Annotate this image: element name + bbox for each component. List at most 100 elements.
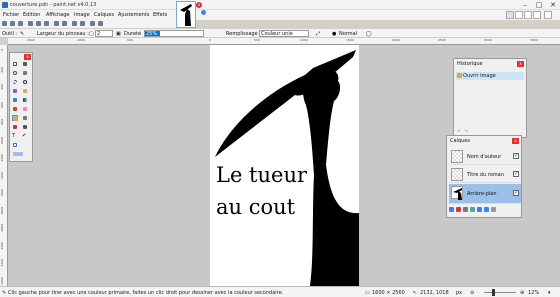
zoom-tool-icon[interactable]	[22, 79, 28, 85]
line-tool-icon[interactable]	[22, 133, 28, 139]
redo-icon[interactable]	[80, 21, 85, 26]
document-thumbnail[interactable]	[176, 1, 196, 28]
brush-shape-icon[interactable]: ▢	[89, 31, 94, 37]
paint-bucket-tool-icon[interactable]	[12, 97, 18, 103]
layer-row[interactable]: Nom d'auteur ✓	[449, 148, 521, 165]
open-file-icon[interactable]	[10, 21, 15, 26]
minimize-button[interactable]: –	[518, 0, 532, 10]
zoom-level[interactable]: 12%	[528, 290, 539, 296]
alpha-icon[interactable]: ◯	[366, 31, 372, 37]
rulers-icon[interactable]	[98, 21, 103, 26]
document-canvas[interactable]: Le tueur au cout	[210, 45, 359, 286]
recolor-tool-icon[interactable]	[12, 124, 18, 130]
ruler-left-label: 200	[0, 66, 4, 73]
layer-thumbnail	[451, 186, 463, 200]
magic-wand-tool-icon[interactable]	[12, 88, 18, 94]
add-layer-icon[interactable]	[449, 207, 454, 212]
hardness-slider[interactable]: 25%	[144, 30, 204, 37]
menu-image[interactable]: Image	[74, 12, 90, 18]
ruler-top-label: 3500	[530, 38, 538, 42]
layer-name: Arrière-plan	[467, 191, 497, 197]
layer-row[interactable]: Titre du roman ✓	[449, 166, 521, 183]
lasso-tool-icon[interactable]	[12, 70, 18, 76]
cursor-icon: ↖	[413, 290, 418, 296]
ruler-left-label: 1400	[0, 171, 4, 180]
gradient-tool-icon[interactable]	[22, 97, 28, 103]
menu-bar: Fichier Edition Affichage Image Calques …	[0, 10, 560, 20]
color-swatch-icon[interactable]	[12, 151, 32, 157]
history-item-label: Ouvrir image	[463, 73, 496, 79]
pan-tool-icon[interactable]	[22, 88, 28, 94]
layers-panel-close-button[interactable]: x	[512, 138, 519, 144]
undo-icon[interactable]	[72, 21, 77, 26]
duplicate-layer-icon[interactable]	[463, 207, 468, 212]
settings-icon[interactable]	[544, 11, 552, 19]
menu-ajustements[interactable]: Ajustements	[118, 12, 149, 18]
zoom-out-icon[interactable]: ⊖	[470, 290, 474, 296]
zoom-slider[interactable]	[484, 292, 516, 293]
status-hint: Clic gauche pour tirer avec une couleur …	[8, 290, 284, 296]
save-icon[interactable]	[18, 21, 23, 26]
ruler-left-label: 1000	[0, 136, 4, 145]
deselect-icon[interactable]	[62, 21, 67, 26]
layer-row-selected[interactable]: Arrière-plan ✓	[449, 184, 521, 204]
maximize-button[interactable]: □	[532, 0, 546, 10]
move-layer-down-icon[interactable]	[484, 207, 489, 212]
ruler-top-label: 500	[254, 38, 260, 42]
eraser-tool-icon[interactable]	[22, 106, 28, 112]
history-item[interactable]: Ouvrir image	[456, 72, 524, 80]
clone-stamp-tool-icon[interactable]	[22, 115, 28, 121]
tools-panel-close-button[interactable]: x	[24, 54, 31, 60]
crop-icon[interactable]	[54, 21, 59, 26]
history-window-icon[interactable]	[515, 11, 523, 19]
paste-icon[interactable]	[44, 21, 49, 26]
color-picker-tool-icon[interactable]	[22, 124, 28, 130]
layer-visibility-checkbox[interactable]: ✓	[513, 190, 519, 196]
close-document-icon[interactable]: x	[196, 2, 202, 8]
history-panel-close-button[interactable]: x	[517, 61, 524, 67]
close-button[interactable]: ✕	[546, 0, 560, 10]
grid-icon[interactable]	[90, 21, 95, 26]
move-selection-tool-icon[interactable]	[22, 70, 28, 76]
move-layer-up-icon[interactable]	[477, 207, 482, 212]
units-select[interactable]: px	[456, 290, 462, 296]
copy-icon[interactable]	[36, 21, 41, 26]
colors-window-icon[interactable]	[533, 11, 541, 19]
shapes-tool-icon[interactable]	[12, 142, 18, 148]
ruler-top-label: 1500	[346, 38, 354, 42]
new-file-icon[interactable]	[2, 21, 7, 26]
menu-calques[interactable]: Calques	[94, 12, 114, 18]
layers-window-icon[interactable]	[524, 11, 532, 19]
brush-width-input[interactable]: 2	[95, 30, 113, 37]
layer-visibility-checkbox[interactable]: ✓	[513, 153, 519, 159]
move-tool-icon[interactable]	[22, 61, 28, 67]
text-tool-icon[interactable]: T	[12, 133, 18, 139]
blend-mode-select[interactable]: Normal	[339, 31, 357, 37]
zoom-slider-handle[interactable]	[492, 289, 495, 296]
fill-select[interactable]: Couleur unie	[259, 30, 309, 37]
merge-layer-icon[interactable]	[470, 207, 475, 212]
cut-icon[interactable]	[28, 21, 33, 26]
layer-visibility-checkbox[interactable]: ✓	[513, 171, 519, 177]
hardness-value: 25%	[146, 31, 158, 37]
knife-thumbnail-icon	[180, 4, 192, 26]
ellipse-select-tool-icon[interactable]	[12, 79, 18, 85]
pencil-tool-button[interactable]	[12, 115, 18, 121]
zoom-dropdown-icon[interactable]: ▾	[548, 290, 551, 296]
menu-effets[interactable]: Effets	[153, 12, 167, 18]
zoom-in-icon[interactable]: ⊕	[520, 290, 524, 296]
layer-properties-icon[interactable]	[491, 207, 496, 212]
tools-window-icon[interactable]	[506, 11, 514, 19]
paintbrush-tool-icon[interactable]	[12, 106, 18, 112]
menu-affichage[interactable]: Affichage	[46, 12, 70, 18]
antialias-icon[interactable]: ▣	[116, 31, 121, 37]
add-document-icon[interactable]	[201, 10, 206, 15]
rectangle-select-tool-icon[interactable]	[12, 61, 18, 67]
ruler-top-label: 1000	[300, 38, 308, 42]
pencil-tool-icon[interactable]: ✎	[20, 31, 24, 37]
tools-panel: x T	[9, 52, 33, 162]
menu-fichier[interactable]: Fichier	[3, 12, 19, 18]
menu-edition[interactable]: Edition	[23, 12, 40, 18]
delete-layer-icon[interactable]	[456, 207, 461, 212]
blend-icon[interactable]: ⤢	[316, 31, 320, 37]
